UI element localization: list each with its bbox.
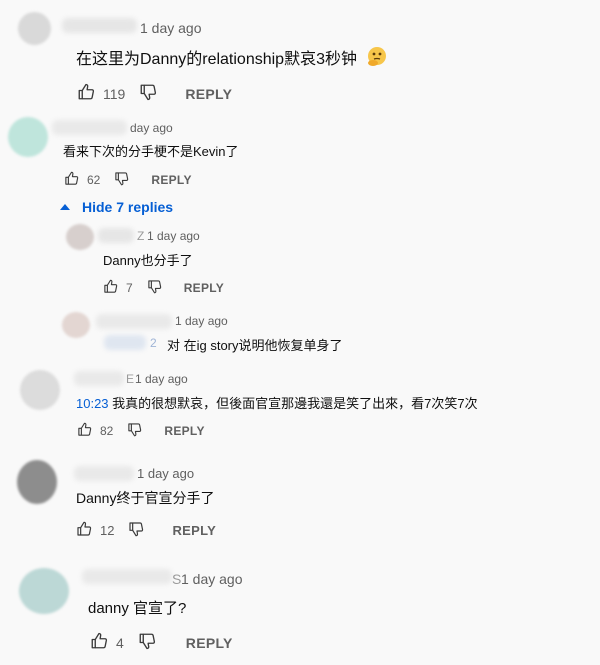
comment-actions: 7 REPLY [103, 279, 224, 297]
like-count: 82 [100, 424, 114, 438]
comment-body: 对 在ig story说明他恢复单身了 [167, 338, 343, 353]
like-icon[interactable] [103, 279, 118, 297]
like-icon[interactable] [76, 521, 92, 540]
like-count: 4 [116, 634, 124, 651]
reply-button[interactable]: REPLY [184, 281, 224, 295]
author-name-blurred[interactable] [74, 466, 134, 481]
comment-time[interactable]: day ago [130, 121, 173, 135]
reply-button[interactable]: REPLY [151, 173, 191, 187]
author-name-blurred[interactable] [74, 371, 124, 386]
comment-time[interactable]: 1 day ago [140, 20, 202, 36]
comment-actions: 4 REPLY [90, 632, 233, 653]
dislike-icon[interactable] [147, 279, 162, 297]
author-name-blurred[interactable] [82, 569, 172, 584]
dislike-icon[interactable] [114, 171, 129, 189]
comment-time[interactable]: 1 day ago [137, 466, 194, 481]
dislike-icon[interactable] [139, 83, 157, 104]
comment-body: danny 官宣了? [88, 600, 187, 617]
author-name-blurred[interactable] [52, 120, 127, 135]
reply-button[interactable]: REPLY [185, 86, 232, 102]
like-icon[interactable] [77, 422, 92, 440]
comment-actions: 12 REPLY [76, 521, 216, 540]
comment-actions: 82 REPLY [77, 422, 205, 440]
like-count: 62 [87, 173, 101, 187]
hide-replies-label: Hide 7 replies [82, 199, 174, 215]
comment-actions: 62 REPLY [64, 171, 192, 189]
avatar[interactable] [8, 117, 48, 157]
timestamp-link[interactable]: 10:23 [76, 396, 109, 411]
mention-fragment: 2 [150, 336, 157, 350]
avatar[interactable] [66, 224, 94, 250]
comment-time[interactable]: 1 day ago [135, 372, 188, 386]
comment-time[interactable]: 1 day ago [175, 314, 228, 328]
avatar[interactable] [19, 568, 69, 614]
comment-body: 在这里为Danny的relationship默哀3秒钟 [76, 51, 357, 68]
author-name-fragment: Z [137, 229, 145, 243]
author-name-blurred[interactable] [96, 314, 172, 329]
dislike-icon[interactable] [128, 521, 144, 540]
like-count: 12 [100, 523, 115, 538]
comment-body: 看来下次的分手梗不是Kevin了 [63, 144, 239, 159]
author-name-fragment: E [126, 372, 135, 386]
author-name-blurred[interactable] [98, 228, 134, 243]
avatar[interactable] [17, 460, 57, 504]
comment-actions: 119 REPLY [77, 83, 232, 104]
comment-time[interactable]: 1 day ago [181, 571, 243, 587]
reply-button[interactable]: REPLY [172, 523, 216, 538]
like-count: 7 [126, 281, 133, 295]
comment-body: Danny也分手了 [103, 253, 193, 268]
author-name-fragment: S [172, 571, 182, 587]
reply-button[interactable]: REPLY [186, 635, 233, 651]
comment-body: Danny终于官宣分手了 [76, 490, 215, 506]
dislike-icon[interactable] [127, 422, 142, 440]
dislike-icon[interactable] [138, 632, 156, 653]
mention-blurred[interactable] [104, 335, 146, 350]
caret-up-icon [60, 204, 70, 210]
like-icon[interactable] [64, 171, 79, 189]
reply-button[interactable]: REPLY [164, 424, 204, 438]
comment-text: 10:23 我真的很想默哀，但後面官宣那邊我還是笑了出來，看7次笑7次 [76, 393, 478, 412]
avatar[interactable] [62, 312, 90, 338]
avatar[interactable] [18, 12, 51, 45]
comment-body: 我真的很想默哀，但後面官宣那邊我還是笑了出來，看7次笑7次 [112, 396, 478, 411]
comment-text: 在这里为Danny的relationship默哀3秒钟 [76, 45, 389, 73]
thinking-face-emoji [365, 46, 389, 73]
like-count: 119 [103, 85, 126, 102]
hide-replies-button[interactable]: Hide 7 replies [60, 199, 173, 215]
like-icon[interactable] [90, 632, 108, 653]
avatar[interactable] [20, 370, 60, 410]
like-icon[interactable] [77, 83, 95, 104]
author-name-blurred[interactable] [62, 18, 137, 33]
comment-time[interactable]: 1 day ago [147, 229, 200, 243]
